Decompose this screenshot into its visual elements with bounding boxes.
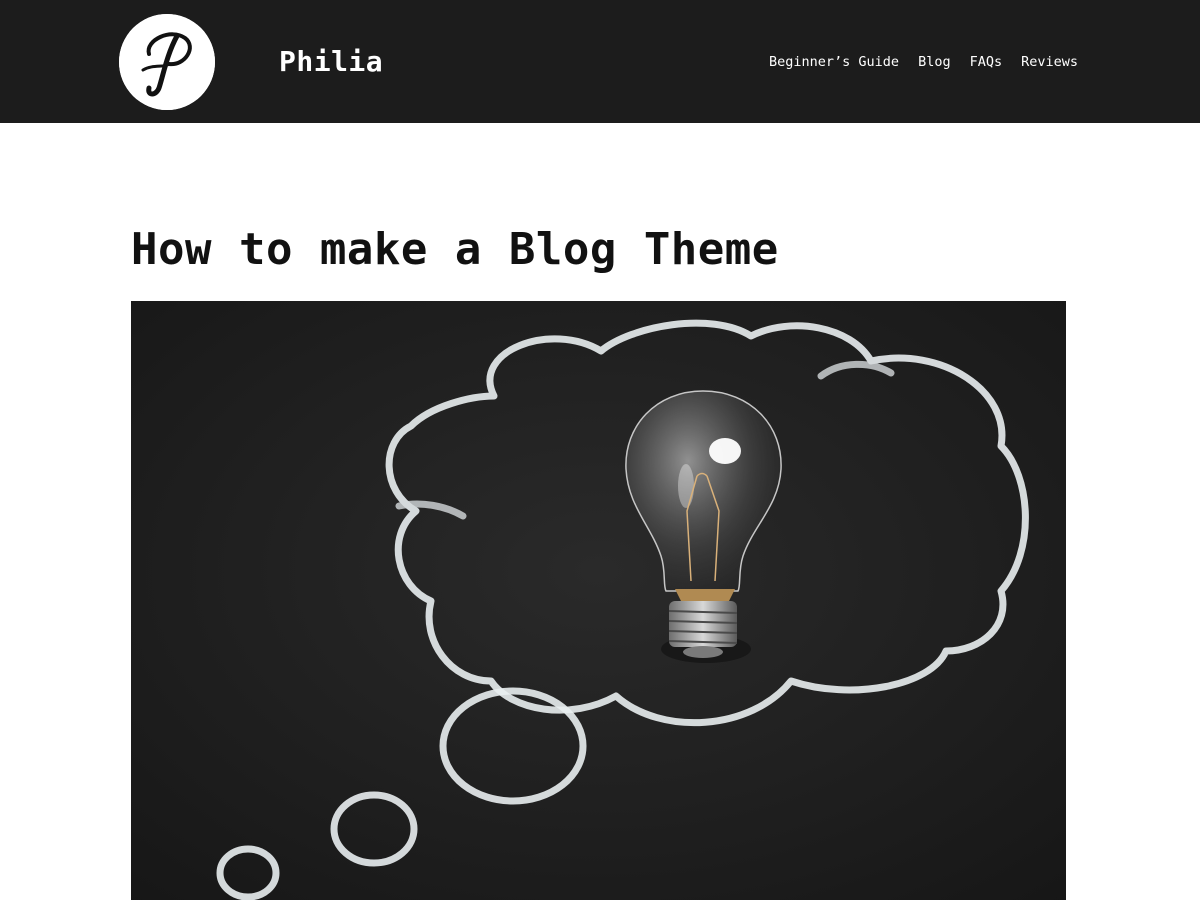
nav-item-blog[interactable]: Blog [918, 53, 951, 71]
script-p-logo-icon [119, 14, 215, 110]
site-logo[interactable] [119, 14, 215, 110]
nav-item-beginners-guide[interactable]: Beginner’s Guide [769, 53, 899, 71]
chalkboard-thought-bubble-lightbulb [131, 301, 1066, 900]
main-nav: Beginner’s Guide Blog FAQs Reviews [769, 53, 1078, 71]
site-title[interactable]: Philia [279, 44, 383, 80]
hero-image [131, 301, 1066, 900]
post-title: How to make a Blog Theme [131, 224, 779, 275]
nav-item-faqs[interactable]: FAQs [970, 53, 1003, 71]
site-header: Philia Beginner’s Guide Blog FAQs Review… [0, 0, 1200, 123]
nav-item-reviews[interactable]: Reviews [1021, 53, 1078, 71]
